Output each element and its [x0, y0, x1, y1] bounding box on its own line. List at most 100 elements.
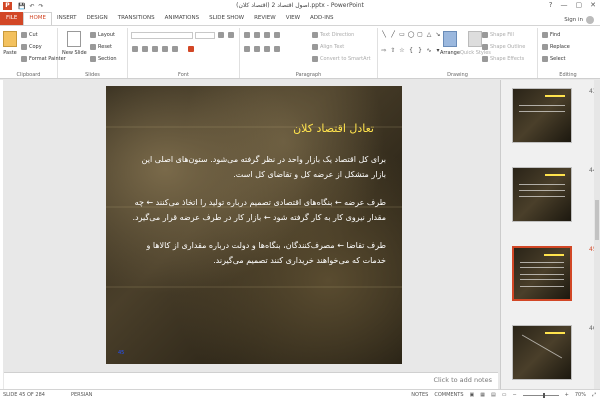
zoom-slider-handle[interactable] [542, 392, 545, 398]
close-button[interactable]: ✕ [590, 1, 596, 9]
shape-fill-button[interactable]: Shape Fill [482, 32, 514, 38]
window-title: اصول اقتصاد 2 (اقتصاد کلان).pptx - Power… [236, 2, 364, 9]
current-slide[interactable]: تعادل اقتصاد کلان برای کل اقتصاد یک بازا… [106, 86, 402, 364]
tab-home[interactable]: HOME [23, 12, 53, 25]
slide-show-icon[interactable]: ▭ [502, 392, 507, 398]
slide-thumbnail[interactable] [512, 88, 572, 143]
reset-button[interactable]: Reset [90, 44, 112, 50]
layout-button[interactable]: Layout [90, 32, 115, 38]
slide-thumbnail[interactable] [512, 167, 572, 222]
thumbnail-line [520, 267, 564, 268]
help-button[interactable]: ? [549, 1, 553, 9]
maximize-button[interactable]: ▢ [576, 1, 583, 9]
redo-icon[interactable]: ↷ [39, 3, 44, 10]
reading-view-icon[interactable]: ▤ [491, 392, 496, 398]
font-group-label: Font [178, 72, 189, 78]
tab-design[interactable]: DESIGN [82, 12, 113, 25]
tab-add-ins[interactable]: ADD-INS [305, 12, 338, 25]
increase-indent-button[interactable] [274, 32, 280, 38]
font-family-select[interactable] [131, 32, 193, 39]
shape-bracket-icon[interactable]: { [407, 47, 415, 62]
arrange-button[interactable]: Arrange [440, 31, 460, 56]
align-text-label: Align Text [320, 44, 345, 50]
shape-star-icon[interactable]: ☆ [398, 47, 406, 62]
shapes-gallery[interactable]: ╲ ╱ ▭ ◯ ▢ △ ↘ ⇨ ⇧ ☆{} ∿ ▾ [380, 31, 440, 62]
bullets-button[interactable] [244, 32, 250, 38]
section-button[interactable]: Section [90, 56, 117, 62]
zoom-slider[interactable] [522, 392, 559, 398]
fit-slide-icon[interactable]: ⤢ [592, 392, 596, 398]
tab-file[interactable]: FILE [0, 12, 24, 25]
slide-thumbnail-selected[interactable] [512, 246, 572, 301]
justify-button[interactable] [274, 46, 280, 52]
scrollbar-thumb[interactable] [595, 200, 599, 240]
font-size-select[interactable] [195, 32, 215, 39]
grow-font-button[interactable] [218, 32, 224, 38]
select-button[interactable]: Select [542, 56, 565, 62]
language-indicator[interactable]: PERSIAN [71, 392, 92, 398]
comments-toggle[interactable]: COMMENTS [434, 392, 463, 398]
slide-editor[interactable]: تعادل اقتصاد کلان برای کل اقتصاد یک بازا… [4, 80, 498, 372]
align-center-button[interactable] [254, 46, 260, 52]
italic-button[interactable] [142, 46, 148, 52]
bold-button[interactable] [132, 46, 138, 52]
zoom-in-icon[interactable]: + [565, 392, 569, 398]
slide-thumbnail[interactable] [512, 325, 572, 380]
shape-effects-button[interactable]: Shape Effects [482, 56, 524, 62]
new-slide-button[interactable]: New Slide [62, 31, 87, 56]
tab-slide-show[interactable]: SLIDE SHOW [204, 12, 249, 25]
shape-outline-button[interactable]: Shape Outline [482, 44, 525, 50]
slide-counter: SLIDE 45 OF 284 [3, 392, 45, 398]
slide-title[interactable]: تعادل اقتصاد کلان [293, 122, 374, 135]
zoom-level[interactable]: 70% [575, 392, 586, 398]
shape-arrow-icon[interactable]: ⇨ [380, 47, 388, 62]
notes-toggle[interactable]: NOTES [411, 392, 428, 398]
shape-bracket-icon[interactable]: } [416, 47, 424, 62]
save-icon[interactable]: 💾 [18, 3, 25, 10]
slide-paragraph: برای کل اقتصاد یک بازار واحد در نظر گرفت… [141, 155, 386, 179]
shape-rect-icon[interactable]: ▭ [398, 31, 406, 46]
tab-review[interactable]: REVIEW [249, 12, 281, 25]
paste-button[interactable]: Paste [3, 31, 17, 56]
shape-oval-icon[interactable]: ◯ [407, 31, 415, 46]
cut-button[interactable]: Cut [21, 32, 38, 38]
align-text-button[interactable]: Align Text [312, 44, 344, 50]
align-right-button[interactable] [264, 46, 270, 52]
convert-smartart-button[interactable]: Convert to SmartArt [312, 56, 371, 62]
copy-button[interactable]: Copy [21, 44, 42, 50]
align-left-button[interactable] [244, 46, 250, 52]
paragraph-group: Text Direction Align Text Convert to Sma… [240, 28, 378, 78]
zoom-out-icon[interactable]: − [512, 392, 516, 398]
shrink-font-button[interactable] [228, 32, 234, 38]
thumbnail-pane: 43 44 45 46 [500, 80, 600, 389]
slide-paragraph: طرف عرضه ← بنگاه‌های اقتصادی تصمیم دربار… [132, 198, 387, 222]
find-button[interactable]: Find [542, 32, 560, 38]
strikethrough-button[interactable] [172, 46, 178, 52]
notes-pane[interactable]: Click to add notes [4, 372, 498, 389]
thumbnail-line [520, 286, 564, 287]
replace-button[interactable]: Replace [542, 44, 570, 50]
thumbnail-scrollbar[interactable] [594, 80, 600, 389]
shape-line-icon[interactable]: ╲ [380, 31, 388, 46]
tab-insert[interactable]: INSERT [52, 12, 81, 25]
shape-arrow-icon[interactable]: ⇧ [389, 47, 397, 62]
tab-animations[interactable]: ANIMATIONS [160, 12, 205, 25]
slide-sorter-icon[interactable]: ▦ [480, 392, 485, 398]
slide-body[interactable]: برای کل اقتصاد یک بازار واحد در نظر گرفت… [126, 152, 387, 281]
shadow-button[interactable] [162, 46, 168, 52]
shape-curve-icon[interactable]: ∿ [425, 47, 433, 62]
tab-transitions[interactable]: TRANSITIONS [113, 12, 160, 25]
undo-icon[interactable]: ↶ [29, 3, 34, 10]
shape-rect-icon[interactable]: ▢ [416, 31, 424, 46]
shape-line-icon[interactable]: ╱ [389, 31, 397, 46]
numbering-button[interactable] [254, 32, 260, 38]
tab-view[interactable]: VIEW [281, 12, 305, 25]
minimize-button[interactable]: — [561, 1, 568, 9]
underline-button[interactable] [152, 46, 158, 52]
shape-triangle-icon[interactable]: △ [425, 31, 433, 46]
text-direction-button[interactable]: Text Direction [312, 32, 354, 38]
font-color-button[interactable] [188, 46, 194, 52]
normal-view-icon[interactable]: ▣ [470, 392, 475, 398]
sign-in[interactable]: Sign in [564, 16, 594, 24]
decrease-indent-button[interactable] [264, 32, 270, 38]
